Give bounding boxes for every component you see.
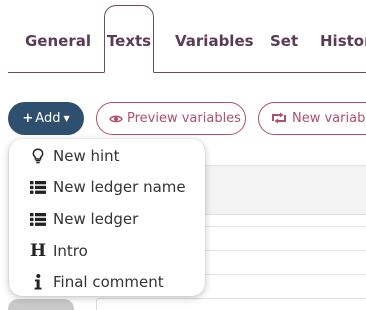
menu-item-label: Intro	[53, 242, 88, 260]
menu-item-label: New hint	[53, 147, 120, 165]
plus-icon: +	[22, 111, 34, 126]
tab-bar: General Texts Variables Set Histor	[0, 0, 366, 74]
content-pill-button[interactable]	[8, 299, 74, 310]
list-icon	[29, 204, 47, 234]
menu-item-label: New ledger name	[53, 178, 186, 196]
tab-general[interactable]: General	[25, 32, 91, 50]
heading-icon: H	[29, 241, 47, 261]
add-button-label: Add	[35, 111, 61, 126]
info-icon	[29, 267, 47, 297]
add-dropdown-menu: New hint New ledger name New ledger H In…	[9, 139, 205, 296]
preview-variables-button[interactable]: Preview variables	[96, 102, 246, 135]
menu-item-new-ledger-name[interactable]: New ledger name	[9, 172, 205, 202]
add-dropdown-button[interactable]: + Add ▼	[8, 102, 84, 135]
menu-item-new-ledger[interactable]: New ledger	[9, 204, 205, 234]
retweet-icon	[272, 112, 286, 124]
menu-item-final-comment[interactable]: Final comment	[9, 267, 205, 297]
menu-item-label: Final comment	[53, 273, 164, 291]
caret-down-icon: ▼	[63, 114, 70, 123]
tab-texts[interactable]: Texts	[104, 5, 154, 73]
content-field[interactable]	[96, 298, 366, 310]
menu-item-label: New ledger	[53, 210, 139, 228]
tab-texts-label: Texts	[106, 32, 152, 50]
tab-variables[interactable]: Variables	[175, 32, 254, 50]
preview-variables-label: Preview variables	[127, 111, 241, 126]
tab-history[interactable]: Histor	[320, 32, 366, 50]
menu-item-new-hint[interactable]: New hint	[9, 141, 205, 171]
lightbulb-icon	[29, 141, 47, 171]
eye-icon	[109, 115, 123, 123]
list-icon	[29, 172, 47, 202]
menu-item-intro[interactable]: H Intro	[9, 236, 205, 266]
new-variable-label: New variab	[292, 111, 366, 126]
new-variable-button[interactable]: New variab	[258, 102, 366, 135]
editor-page: General Texts Variables Set Histor +Add▼…	[0, 0, 366, 310]
tab-bar-divider	[8, 72, 366, 73]
tab-set[interactable]: Set	[270, 32, 298, 50]
